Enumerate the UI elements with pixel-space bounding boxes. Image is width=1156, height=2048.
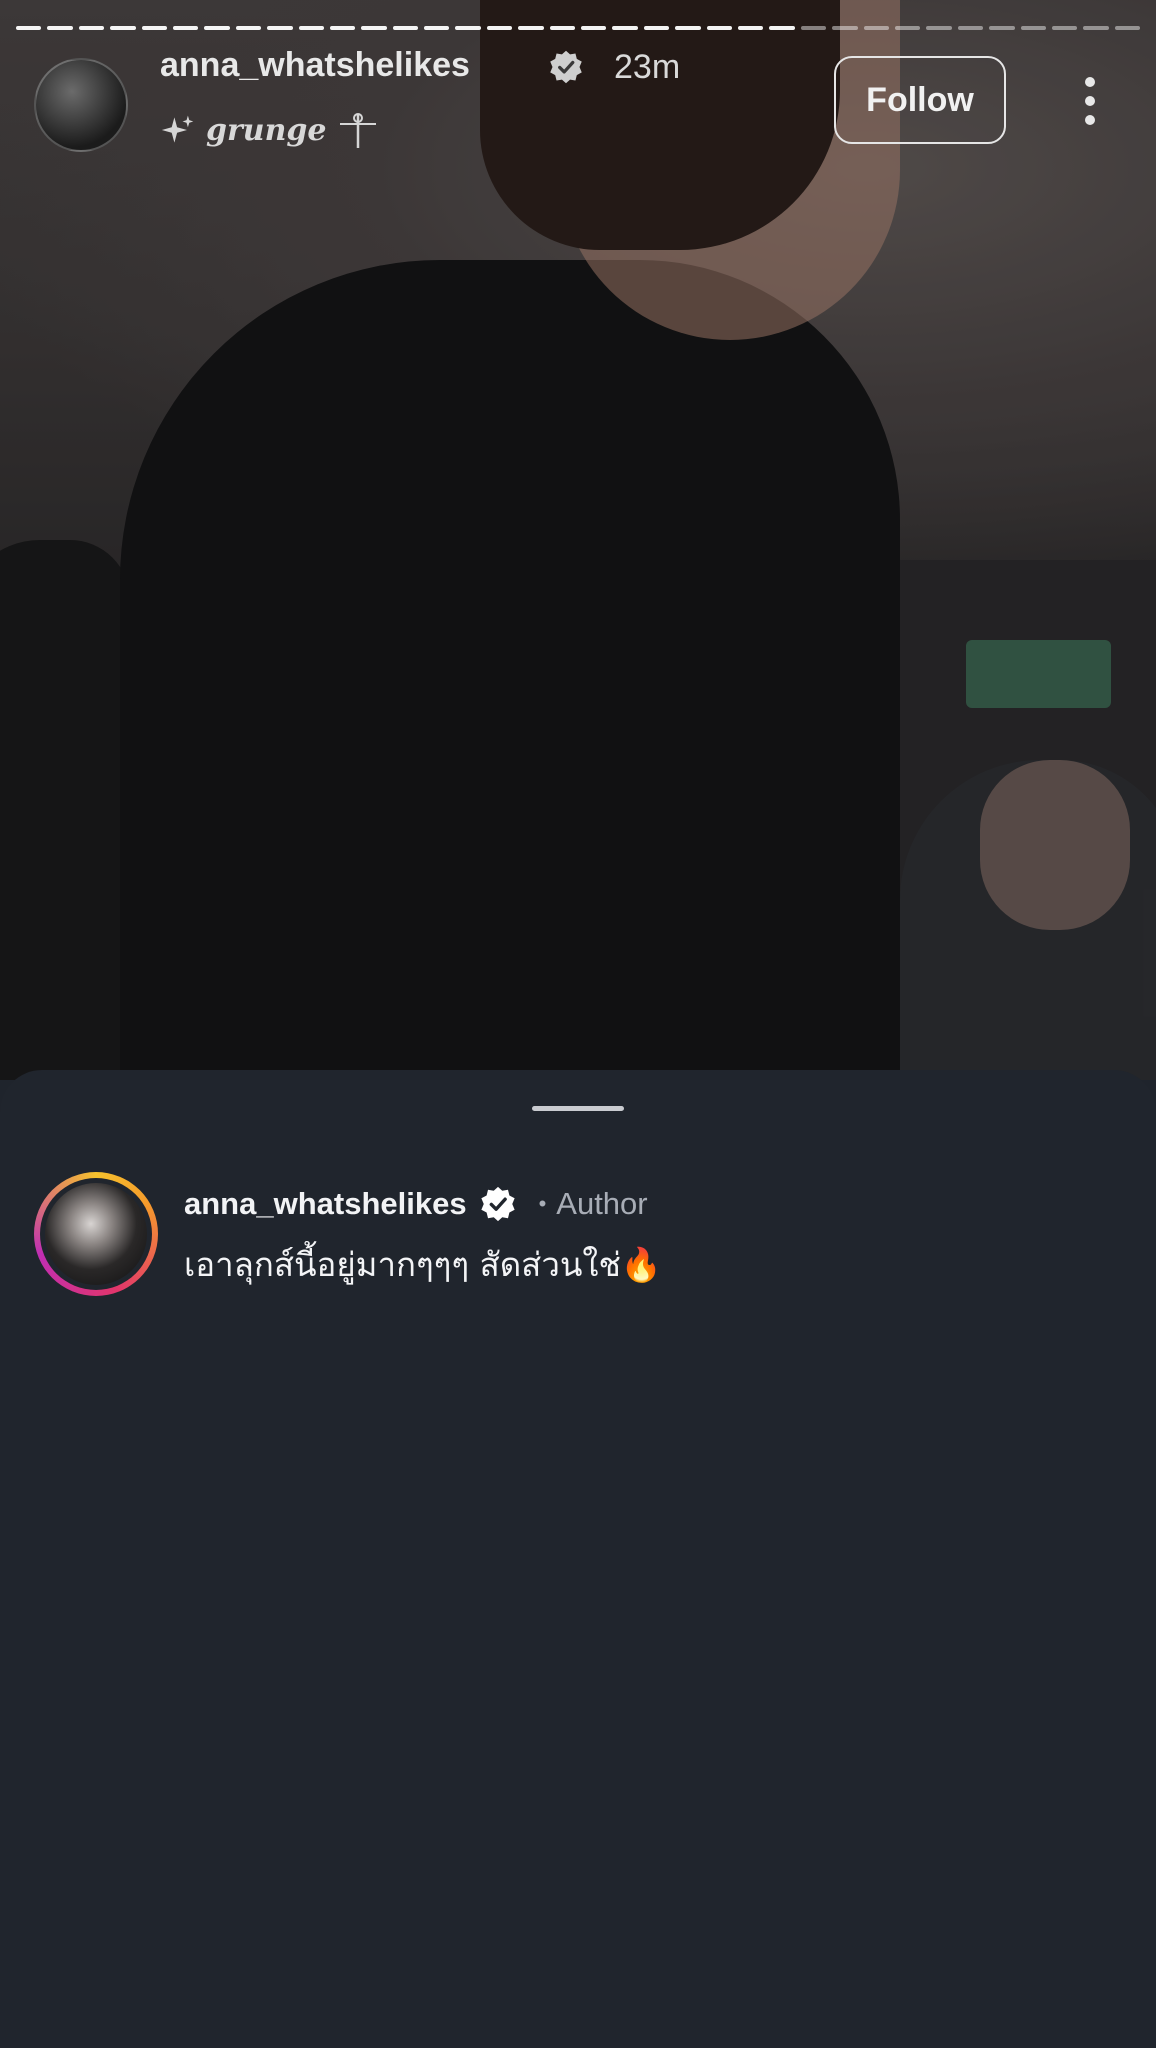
progress-segment: [455, 26, 481, 30]
comment-avatar[interactable]: [34, 1172, 158, 1296]
header-avatar[interactable]: [34, 58, 128, 152]
progress-segment: [110, 26, 136, 30]
progress-segment: [172, 26, 199, 30]
progress-segment: [141, 26, 167, 30]
progress-segment: [894, 26, 921, 30]
progress-segment: [1114, 26, 1141, 30]
bg-dim-overlay: [0, 0, 1156, 1080]
story-media[interactable]: [0, 0, 1156, 1080]
sheet-drag-handle[interactable]: [532, 1106, 624, 1111]
progress-segment: [1020, 26, 1046, 30]
progress-segment: [1083, 26, 1109, 30]
progress-segment: [643, 26, 670, 30]
progress-segment: [737, 26, 764, 30]
progress-segment: [769, 26, 795, 30]
author-separator: •: [538, 1191, 547, 1216]
progress-segment: [863, 26, 889, 30]
comment-username[interactable]: anna_whatshelikes: [184, 1186, 467, 1222]
progress-segment: [298, 26, 324, 30]
progress-segment: [47, 26, 73, 30]
verified-icon: [550, 50, 582, 84]
progress-segment: [926, 26, 952, 30]
progress-segment: [267, 26, 293, 30]
progress-segment: [706, 26, 732, 30]
progress-segment: [204, 26, 230, 30]
progress-segment: [361, 26, 387, 30]
story-progress-bar: [16, 26, 1141, 30]
progress-segment: [1051, 26, 1078, 30]
progress-segment: [392, 26, 419, 30]
more-icon[interactable]: [1074, 74, 1106, 128]
progress-segment: [235, 26, 262, 30]
progress-segment: [957, 26, 984, 30]
progress-segment: [581, 26, 607, 30]
progress-segment: [800, 26, 827, 30]
comment-verified-icon: [480, 1186, 515, 1222]
progress-segment: [78, 26, 105, 30]
progress-segment: [518, 26, 544, 30]
comment-avatar-image: [45, 1183, 147, 1285]
progress-segment: [549, 26, 576, 30]
comment-text: เอาลุกส์นี้อยู่มากๆๆๆ สัดส่วนใช่🔥: [184, 1245, 663, 1284]
comments-sheet: anna_whatshelikes • Author เอาลุกส์นี้อย…: [0, 1070, 1156, 2048]
comment-header: anna_whatshelikes • Author: [184, 1180, 648, 1228]
progress-segment: [424, 26, 450, 30]
progress-segment: [486, 26, 513, 30]
comment-avatar-inner: [40, 1178, 152, 1290]
progress-segment: [612, 26, 638, 30]
header-time: 23m: [614, 48, 681, 86]
header-subtitle: grunge: [160, 110, 380, 150]
progress-segment: [329, 26, 356, 30]
author-label: Author: [556, 1186, 648, 1221]
header-subtitle-text: grunge: [206, 112, 327, 148]
progress-segment: [989, 26, 1015, 30]
progress-segment: [16, 26, 42, 30]
follow-button[interactable]: Follow: [834, 56, 1006, 144]
header-username[interactable]: anna_whatshelikes: [160, 46, 470, 85]
progress-segment: [832, 26, 858, 30]
progress-segment: [675, 26, 701, 30]
sparkle-icon: [161, 115, 194, 143]
dagger-icon: [340, 113, 377, 148]
